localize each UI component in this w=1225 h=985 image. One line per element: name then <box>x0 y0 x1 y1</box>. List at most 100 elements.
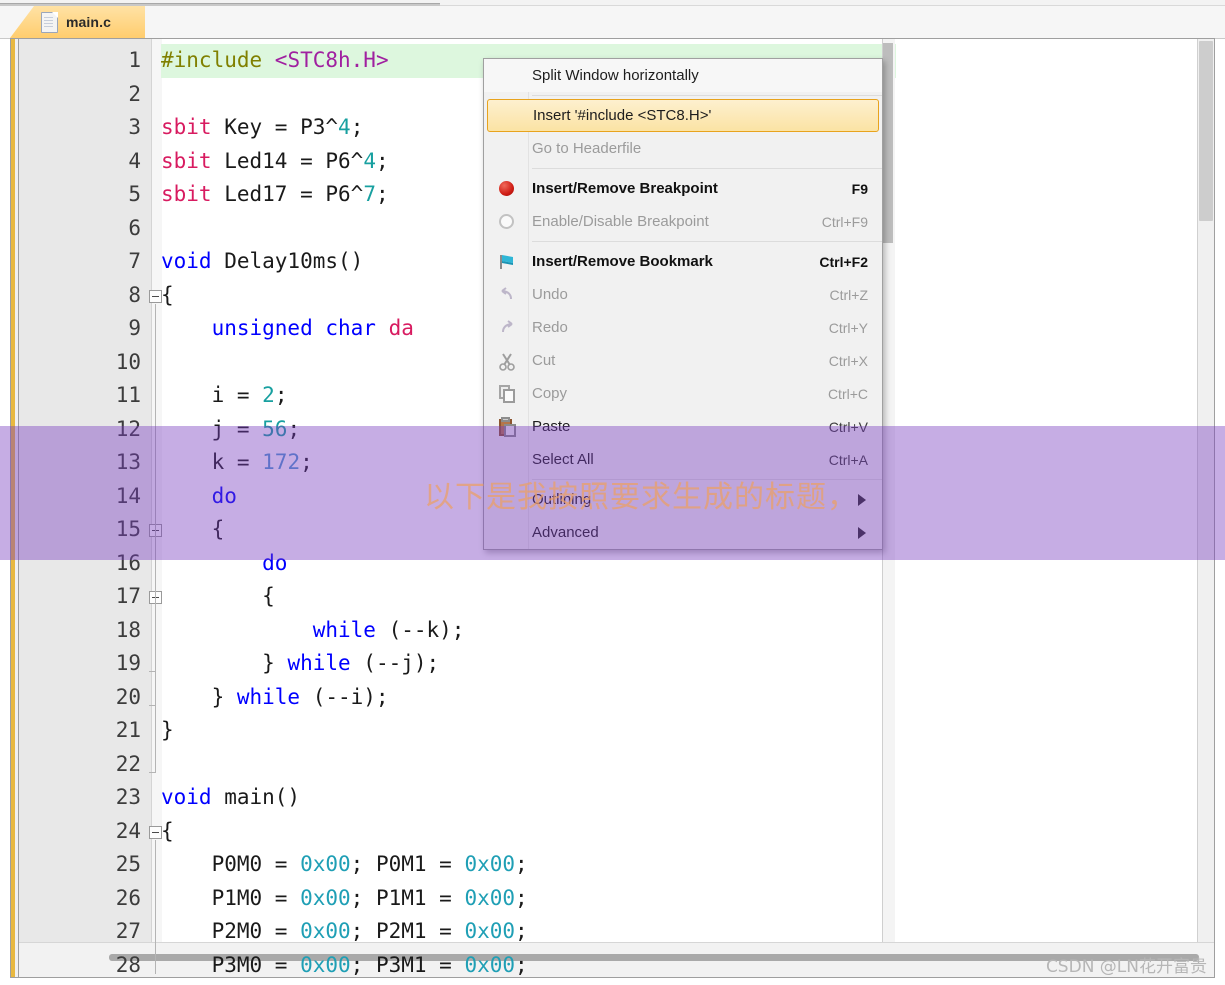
line-number: 7 <box>128 249 141 273</box>
line-number: 25 <box>115 852 141 876</box>
line-number: 23 <box>115 785 141 809</box>
code-line-text: { <box>161 517 225 541</box>
redo-icon <box>496 317 518 339</box>
menu-item-shortcut: Ctrl+V <box>828 418 868 435</box>
menu-item-advanced[interactable]: Advanced <box>484 516 882 549</box>
menu-separator <box>532 168 882 169</box>
fold-collapse-icon[interactable] <box>149 289 162 303</box>
fold-collapse-icon[interactable] <box>149 825 162 839</box>
chevron-right-icon <box>858 493 866 506</box>
menu-item-shortcut: Ctrl+C <box>827 385 868 402</box>
menu-item-paste[interactable]: Paste Ctrl+V <box>484 410 882 443</box>
code-line-text: #include <STC8h.H> <box>161 48 389 72</box>
menu-item-go-to-headerfile: Go to Headerfile <box>484 132 882 165</box>
line-number: 22 <box>115 751 141 776</box>
no-icon <box>496 522 518 544</box>
code-line-text: sbit Key = P3^4; <box>161 115 364 139</box>
breakpoint-icon <box>496 178 518 200</box>
no-icon <box>496 449 518 471</box>
code-line-text: do <box>262 550 288 575</box>
code-line-text: { <box>161 584 275 608</box>
menu-item-label: Insert/Remove Breakpoint <box>532 180 718 197</box>
line-number: 12 <box>115 416 141 441</box>
vertical-scrollbar-thumb[interactable] <box>1199 41 1213 221</box>
menu-item-label: Split Window horizontally <box>532 67 699 84</box>
code-line[interactable] <box>11 748 1214 782</box>
line-number: 18 <box>115 617 141 642</box>
line-number: 15 <box>115 517 141 541</box>
menu-item-redo: Redo Ctrl+Y <box>484 311 882 344</box>
editor-context-menu[interactable]: Split Window horizontally Insert '#includ… <box>483 58 883 550</box>
line-number: 3 <box>128 115 141 139</box>
menu-item-insert-remove-breakpoint[interactable]: Insert/Remove Breakpoint F9 <box>484 172 882 205</box>
menu-item-shortcut: Ctrl+X <box>828 352 868 369</box>
no-icon <box>496 489 518 511</box>
code-line-text: } while (--j); <box>161 651 440 675</box>
menu-item-cut: Cut Ctrl+X <box>484 344 882 377</box>
code-line-text: P3M0 = 0x00; P3M1 = 0x00; <box>161 952 528 977</box>
line-number: 19 <box>115 651 141 675</box>
menu-item-label: Advanced <box>532 524 599 541</box>
menu-item-insert-remove-bookmark[interactable]: Insert/Remove Bookmark Ctrl+F2 <box>484 245 882 278</box>
line-number: 9 <box>128 316 141 340</box>
line-number: 5 <box>128 182 141 206</box>
no-icon <box>496 138 518 160</box>
code-line-text: i = 2; <box>161 383 288 407</box>
code-line-text: do <box>211 483 237 508</box>
menu-item-label: Insert/Remove Bookmark <box>532 253 713 270</box>
menu-item-shortcut: Ctrl+Z <box>829 286 869 303</box>
code-line[interactable] <box>11 815 1214 849</box>
code-line-text: unsigned char da <box>211 316 414 340</box>
line-number: 4 <box>128 148 141 173</box>
line-number: 1 <box>128 48 141 72</box>
line-number: 17 <box>115 584 141 608</box>
paste-icon <box>496 416 518 438</box>
file-icon <box>41 12 58 33</box>
vertical-scrollbar[interactable] <box>1197 39 1214 944</box>
menu-item-label: Enable/Disable Breakpoint <box>532 213 709 230</box>
code-line-text: j = 56; <box>161 416 301 441</box>
code-line-text: void main() <box>161 785 301 809</box>
code-line-text: void Delay10ms() <box>161 249 364 273</box>
menu-item-enable-disable-breakpoint: Enable/Disable Breakpoint Ctrl+F9 <box>484 205 882 238</box>
fold-connector-line <box>155 839 156 974</box>
line-number: 20 <box>115 684 141 709</box>
code-line-text: } while (--i); <box>161 684 389 709</box>
menu-item-shortcut: Ctrl+Y <box>828 319 868 336</box>
code-line-text: sbit Led17 = P6^7; <box>161 182 389 206</box>
fold-connector-line <box>155 605 156 672</box>
copy-icon <box>496 383 518 405</box>
menu-item-label: Select All <box>532 451 594 468</box>
chevron-right-icon <box>858 526 866 539</box>
code-line-text: P1M0 = 0x00; P1M1 = 0x00; <box>161 885 528 910</box>
menu-item-label: Redo <box>532 319 568 336</box>
code-line-text: P0M0 = 0x00; P0M1 = 0x00; <box>161 852 528 876</box>
menu-item-split-window-horizontally[interactable]: Split Window horizontally <box>484 59 882 92</box>
menu-separator <box>532 241 882 242</box>
editor-tabbar: main.c <box>0 6 1225 39</box>
cut-icon <box>496 350 518 372</box>
bookmark-icon <box>496 251 518 273</box>
menu-item-shortcut: Ctrl+F2 <box>819 253 868 270</box>
code-line-text: P2M0 = 0x00; P2M1 = 0x00; <box>161 919 528 943</box>
menu-item-outlining[interactable]: Outlining <box>484 483 882 516</box>
code-line-text: k = 172; <box>161 450 313 474</box>
code-line-text: { <box>161 818 174 843</box>
line-number: 8 <box>128 282 141 307</box>
csdn-watermark: CSDN @LN花开富贵 <box>1045 957 1207 977</box>
line-number: 28 <box>115 952 141 977</box>
inner-vertical-scrollbar-thumb[interactable] <box>883 43 893 243</box>
menu-item-label: Cut <box>532 352 556 369</box>
menu-item-shortcut: F9 <box>851 180 868 197</box>
line-number: 11 <box>115 383 141 407</box>
context-menu-items: Split Window horizontally Insert '#includ… <box>484 59 882 549</box>
menu-item-select-all[interactable]: Select All Ctrl+A <box>484 443 882 476</box>
line-number: 16 <box>115 550 141 575</box>
menu-item-shortcut: Ctrl+A <box>828 451 868 468</box>
menu-item-undo: Undo Ctrl+Z <box>484 278 882 311</box>
line-number: 27 <box>115 919 141 943</box>
line-number: 26 <box>115 885 141 910</box>
menu-item-insert-include-stc8-h[interactable]: Insert '#include <STC8.H>' <box>487 99 879 132</box>
code-line[interactable] <box>11 714 1214 748</box>
menu-item-shortcut: Ctrl+F9 <box>821 213 868 230</box>
